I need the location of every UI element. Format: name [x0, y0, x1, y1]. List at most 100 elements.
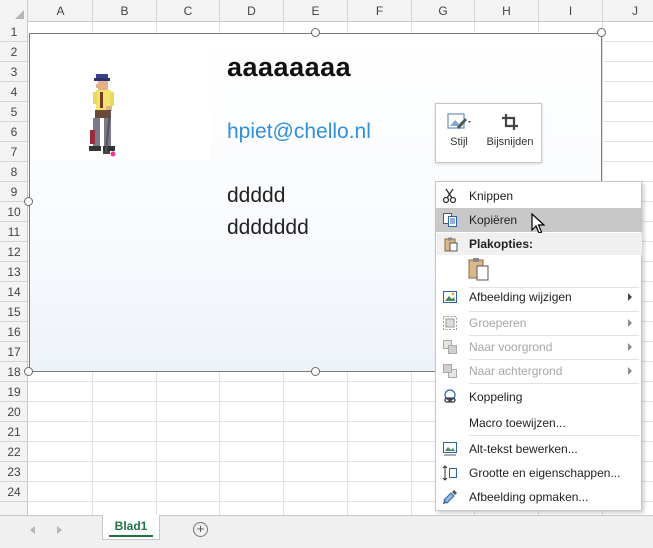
row-header[interactable]: 15: [0, 302, 28, 322]
sheet-tab-bar: Blad1 +: [0, 515, 653, 548]
submenu-arrow-icon: [628, 367, 632, 375]
column-header-e[interactable]: E: [284, 0, 348, 22]
style-button[interactable]: Stijl: [440, 104, 478, 162]
picture-title-text: aaaaaaaa: [227, 52, 352, 82]
row-header[interactable]: 2: [0, 42, 28, 62]
menu-item-label: Macro toewijzen...: [469, 416, 566, 430]
menu-separator: [469, 383, 639, 384]
context-menu: Knippen Kopiëren Plakopties: Afbeelding …: [435, 181, 642, 511]
column-header-b[interactable]: B: [93, 0, 157, 22]
size-properties-icon: [442, 465, 457, 481]
menu-item-label: Groeperen: [469, 316, 527, 330]
select-all-corner[interactable]: [0, 0, 28, 22]
clipboard-icon: [444, 237, 458, 252]
menu-item-label: Afbeelding wijzigen: [469, 290, 572, 304]
link-icon: [444, 389, 456, 403]
resize-handle-bottom-left[interactable]: [24, 367, 33, 376]
crop-label: Bijsnijden: [486, 136, 534, 148]
format-picture-icon: [443, 490, 457, 504]
copy-icon: [443, 213, 457, 227]
column-header-c[interactable]: C: [157, 0, 220, 22]
menu-item-edit-alt-text[interactable]: Alt-tekst bewerken...: [436, 437, 641, 461]
crop-icon: [502, 114, 518, 130]
row-header[interactable]: 21: [0, 422, 28, 442]
menu-item-label: Alt-tekst bewerken...: [469, 442, 578, 456]
submenu-arrow-icon: [628, 319, 632, 327]
send-backward-icon: [443, 364, 457, 378]
menu-item-size-properties[interactable]: Grootte en eigenschappen...: [436, 461, 641, 485]
resize-handle-top[interactable]: [311, 28, 320, 37]
menu-item-send-backward[interactable]: Naar achtergrond: [436, 359, 641, 383]
menu-separator: [469, 435, 639, 436]
resize-handle-top-right[interactable]: [597, 28, 606, 37]
menu-item-format-picture[interactable]: Afbeelding opmaken...: [436, 485, 641, 509]
row-header[interactable]: 8: [0, 162, 28, 182]
menu-item-label: Naar achtergrond: [469, 364, 563, 378]
menu-item-assign-macro[interactable]: Macro toewijzen...: [436, 411, 641, 435]
scissors-icon: [442, 188, 457, 204]
paste-options-header: Plakopties:: [437, 233, 642, 255]
menu-item-label: Grootte en eigenschappen...: [469, 466, 621, 480]
scroll-tabs-left-icon[interactable]: [30, 526, 35, 534]
row-header[interactable]: 13: [0, 262, 28, 282]
picture-text-line: ddddd: [227, 184, 286, 207]
row-header[interactable]: 12: [0, 242, 28, 262]
row-header[interactable]: 7: [0, 142, 28, 162]
column-header-j[interactable]: J: [603, 0, 653, 22]
menu-item-label: Naar voorgrond: [469, 340, 553, 354]
column-header-row: A B C D E F G H I J: [0, 0, 653, 22]
column-header-d[interactable]: D: [220, 0, 284, 22]
menu-item-group[interactable]: Groeperen: [436, 311, 641, 335]
menu-item-copy[interactable]: Kopiëren: [436, 208, 641, 234]
picture-text-line: ddddddd: [227, 216, 309, 239]
row-header[interactable]: 10: [0, 202, 28, 222]
row-header[interactable]: 14: [0, 282, 28, 302]
row-header[interactable]: 20: [0, 402, 28, 422]
menu-item-link[interactable]: Koppeling: [436, 385, 641, 409]
golfer-figure: [30, 34, 210, 160]
row-header[interactable]: 3: [0, 62, 28, 82]
row-header[interactable]: 6: [0, 122, 28, 142]
resize-handle-left[interactable]: [24, 197, 33, 206]
alt-text-icon: [443, 442, 457, 456]
paste-button[interactable]: [466, 256, 492, 282]
group-icon: [443, 316, 457, 330]
picture-mini-toolbar: Stijl Bijsnijden: [435, 103, 542, 163]
menu-item-label: Koppeling: [469, 390, 523, 404]
row-header[interactable]: 19: [0, 382, 28, 402]
resize-handle-bottom[interactable]: [311, 367, 320, 376]
menu-item-change-picture[interactable]: Afbeelding wijzigen: [436, 285, 641, 309]
add-sheet-button[interactable]: +: [193, 522, 208, 537]
submenu-arrow-icon: [628, 293, 632, 301]
scroll-tabs-right-icon[interactable]: [57, 526, 62, 534]
menu-item-bring-forward[interactable]: Naar voorgrond: [436, 335, 641, 359]
column-header-a[interactable]: A: [29, 0, 93, 22]
row-header[interactable]: 24: [0, 482, 28, 502]
row-header[interactable]: 23: [0, 462, 28, 482]
submenu-arrow-icon: [628, 343, 632, 351]
menu-item-label: Knippen: [469, 189, 514, 203]
row-header[interactable]: 1: [0, 22, 28, 42]
crop-button[interactable]: Bijsnijden: [480, 104, 540, 162]
row-header[interactable]: 17: [0, 342, 28, 362]
mouse-cursor-icon: [531, 213, 545, 234]
column-header-f[interactable]: F: [348, 0, 412, 22]
menu-item-cut[interactable]: Knippen: [436, 184, 641, 208]
column-header-g[interactable]: G: [412, 0, 475, 22]
row-header[interactable]: 11: [0, 222, 28, 242]
style-label: Stijl: [450, 136, 468, 148]
sheet-tab-active[interactable]: Blad1: [102, 515, 160, 540]
picture-style-icon: [447, 113, 471, 129]
column-header-h[interactable]: H: [475, 0, 539, 22]
row-header[interactable]: 4: [0, 82, 28, 102]
change-picture-icon: [443, 291, 457, 303]
paste-options-label: Plakopties:: [469, 237, 534, 251]
row-header[interactable]: 16: [0, 322, 28, 342]
row-header[interactable]: 5: [0, 102, 28, 122]
column-header-i[interactable]: I: [539, 0, 603, 22]
bring-forward-icon: [443, 340, 457, 354]
menu-item-label: Kopiëren: [469, 213, 518, 227]
menu-item-label: Afbeelding opmaken...: [469, 490, 589, 504]
paste-clipboard-icon: [468, 258, 489, 281]
row-header[interactable]: 22: [0, 442, 28, 462]
